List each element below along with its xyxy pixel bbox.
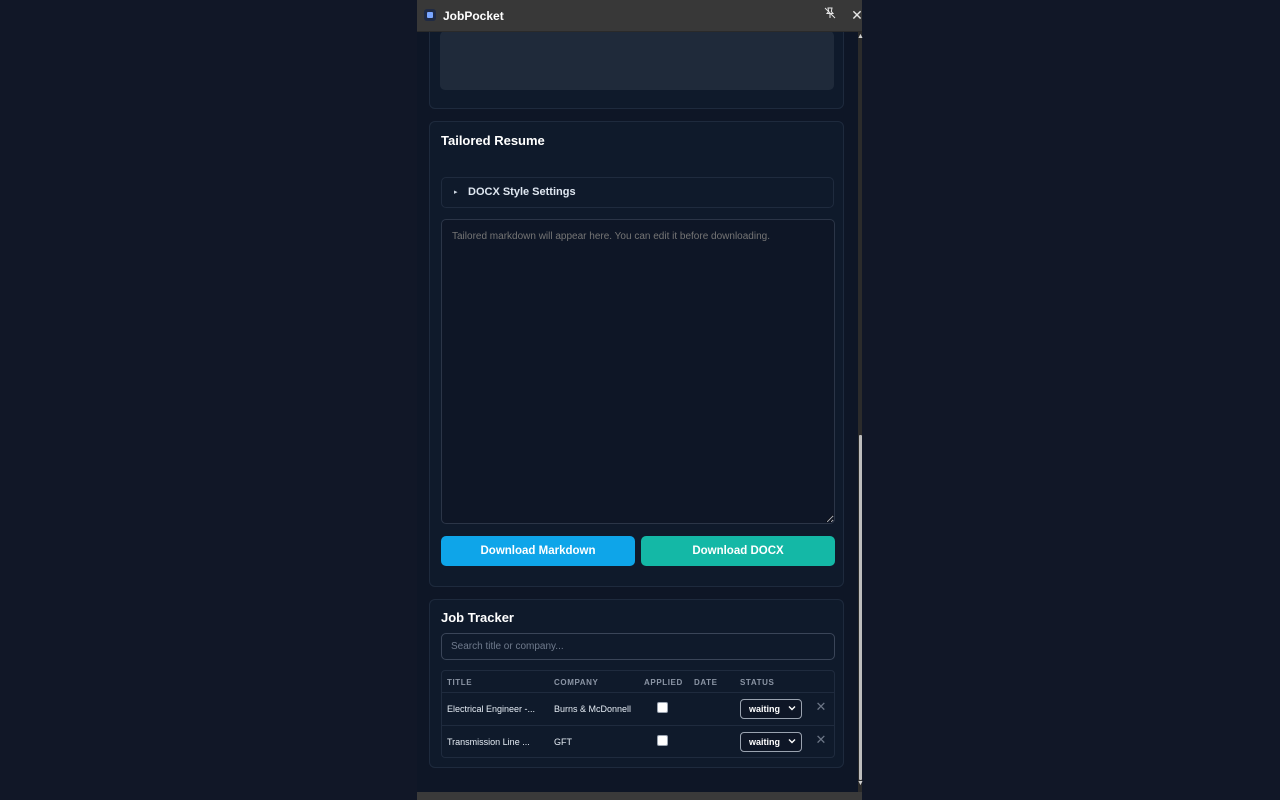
docx-style-settings-toggle[interactable]: ▸ DOCX Style Settings — [441, 177, 834, 208]
company-cell: GFT — [554, 737, 572, 747]
download-markdown-button[interactable]: Download Markdown — [441, 536, 635, 566]
app-window: JobPocket ✕ Tailored Resume ▸ DOCX Style… — [417, 0, 864, 800]
delete-row-icon[interactable]: ✕ — [815, 733, 827, 747]
job-tracker-card: Job Tracker TITLE COMPANY APPLIED DATE S… — [429, 599, 844, 768]
status-select[interactable]: waiting — [740, 732, 802, 752]
column-header-company[interactable]: COMPANY — [554, 678, 599, 687]
delete-row-icon[interactable]: ✕ — [815, 700, 827, 714]
status-value: waiting — [749, 704, 780, 714]
applied-checkbox[interactable] — [657, 735, 668, 746]
company-cell: Burns & McDonnell — [554, 704, 632, 714]
column-header-date[interactable]: DATE — [694, 678, 718, 687]
chevron-down-icon — [788, 737, 796, 747]
app-title: JobPocket — [443, 9, 504, 23]
previous-section-card — [429, 32, 844, 109]
job-search-input[interactable] — [441, 633, 835, 660]
scrollbar-thumb[interactable] — [859, 435, 862, 780]
scroll-up-icon[interactable]: ▲ — [857, 33, 864, 41]
tailored-resume-title: Tailored Resume — [441, 133, 545, 148]
download-docx-button[interactable]: Download DOCX — [641, 536, 835, 566]
previous-text-area[interactable] — [440, 32, 834, 90]
chevron-down-icon — [788, 704, 796, 714]
close-icon[interactable]: ✕ — [848, 6, 866, 24]
column-header-title[interactable]: TITLE — [447, 678, 472, 687]
scroll-down-icon[interactable]: ▼ — [857, 780, 864, 788]
table-row: Electrical Engineer -... Burns & McDonne… — [442, 692, 834, 726]
disclosure-triangle-icon: ▸ — [454, 189, 458, 196]
app-logo-icon — [424, 9, 436, 21]
status-select[interactable]: waiting — [740, 699, 802, 719]
job-tracker-table: TITLE COMPANY APPLIED DATE STATUS Electr… — [441, 670, 835, 758]
column-header-applied[interactable]: APPLIED — [644, 678, 683, 687]
pin-off-icon[interactable] — [821, 6, 839, 24]
job-tracker-title: Job Tracker — [441, 610, 514, 625]
table-row: Transmission Line ... GFT waiting ✕ — [442, 725, 834, 759]
window-bottom-edge — [417, 792, 862, 800]
title-bar: JobPocket ✕ — [417, 0, 863, 32]
docx-style-settings-label: DOCX Style Settings — [468, 186, 576, 198]
tailored-resume-card: Tailored Resume ▸ DOCX Style Settings Do… — [429, 121, 844, 587]
job-title-cell[interactable]: Electrical Engineer -... — [447, 704, 543, 714]
applied-checkbox[interactable] — [657, 702, 668, 713]
column-header-status[interactable]: STATUS — [740, 678, 774, 687]
status-value: waiting — [749, 737, 780, 747]
tailored-markdown-textarea[interactable] — [441, 219, 835, 524]
job-title-cell[interactable]: Transmission Line ... — [447, 737, 537, 747]
main-content: Tailored Resume ▸ DOCX Style Settings Do… — [417, 32, 858, 792]
